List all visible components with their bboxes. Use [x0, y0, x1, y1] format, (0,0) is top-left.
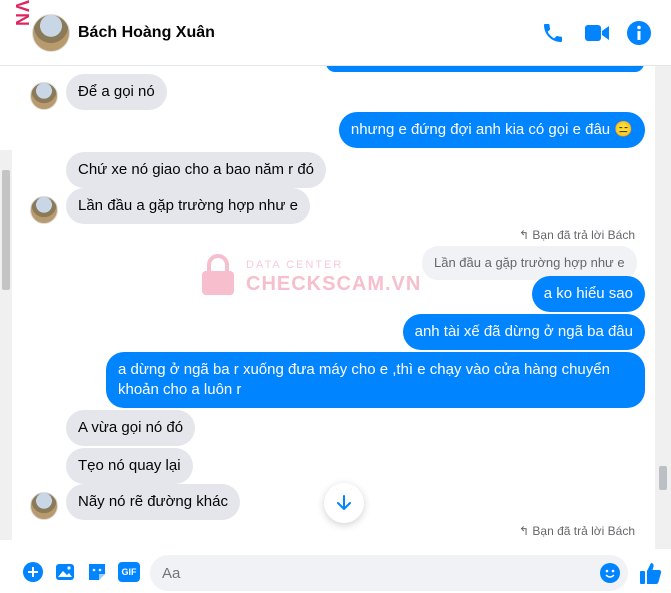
sender-avatar[interactable]	[30, 196, 58, 224]
incoming-message[interactable]: Nãy nó rẽ đường khác	[66, 484, 240, 520]
quoted-reply[interactable]: Lần đầu a gặp trường hợp như e	[422, 246, 637, 280]
outgoing-message[interactable]: nhưng e đứng đợi anh kia có gọi e đâu 😑	[338, 112, 645, 148]
brand-strip: VN	[12, 0, 32, 28]
incoming-message[interactable]: Để a gọi nó	[66, 74, 167, 110]
arrow-down-icon	[337, 495, 351, 511]
left-scroll-thumb[interactable]	[2, 170, 10, 290]
outgoing-bubble-cutoff[interactable]	[326, 66, 644, 72]
sticker-icon[interactable]	[86, 561, 108, 583]
chat-header: VN Bách Hoàng Xuân	[0, 0, 671, 66]
video-icon[interactable]	[584, 20, 610, 46]
reply-arrow-icon: ↰	[519, 524, 530, 538]
emoji-icon[interactable]	[600, 563, 620, 583]
incoming-message[interactable]: Lần đầu a gặp trường hợp như e	[66, 188, 310, 224]
watermark-main: CHECKSCAM.VN	[246, 273, 422, 295]
scrollbar[interactable]	[655, 66, 671, 549]
phone-icon[interactable]	[540, 20, 566, 46]
lock-icon	[202, 254, 234, 295]
scroll-to-bottom-button[interactable]	[324, 483, 364, 523]
outgoing-message[interactable]: anh tài xế đã dừng ở ngã ba đâu	[402, 314, 645, 350]
contact-avatar[interactable]	[32, 14, 70, 52]
gif-label: GIF	[118, 562, 140, 582]
message-input[interactable]	[162, 564, 582, 582]
outgoing-message-multiline[interactable]: a dừng ở ngã ba r xuống đưa máy cho e ,t…	[106, 352, 645, 408]
incoming-message[interactable]: Chứ xe nó giao cho a bao năm r đó	[66, 152, 327, 188]
info-icon[interactable]	[626, 20, 652, 46]
incoming-message[interactable]: Tẹo nó quay lại	[66, 448, 193, 484]
message-input-box[interactable]	[150, 555, 628, 591]
reply-note: ↰ Bạn đã trả lời Bách	[519, 228, 635, 242]
contact-name[interactable]: Bách Hoàng Xuân	[78, 24, 215, 42]
reply-arrow-icon: ↰	[519, 228, 530, 242]
watermark: DATA CENTER CHECKSCAM.VN	[200, 251, 420, 301]
sender-avatar[interactable]	[30, 82, 58, 110]
message-list[interactable]: Để a gọi nó nhưng e đứng đợi anh kia có …	[0, 66, 655, 549]
reply-note: ↰ Bạn đã trả lời Bách	[519, 524, 635, 538]
gif-icon[interactable]: GIF	[118, 561, 140, 583]
like-icon[interactable]	[638, 560, 664, 586]
watermark-top: DATA CENTER	[246, 259, 344, 271]
scroll-thumb[interactable]	[659, 466, 667, 490]
plus-icon[interactable]	[22, 561, 44, 583]
image-icon[interactable]	[54, 561, 76, 583]
outgoing-message[interactable]: a ko hiểu sao	[531, 276, 645, 312]
incoming-message[interactable]: A vừa gọi nó đó	[66, 410, 196, 446]
left-scrollbar[interactable]	[0, 150, 12, 540]
sender-avatar[interactable]	[30, 492, 58, 520]
